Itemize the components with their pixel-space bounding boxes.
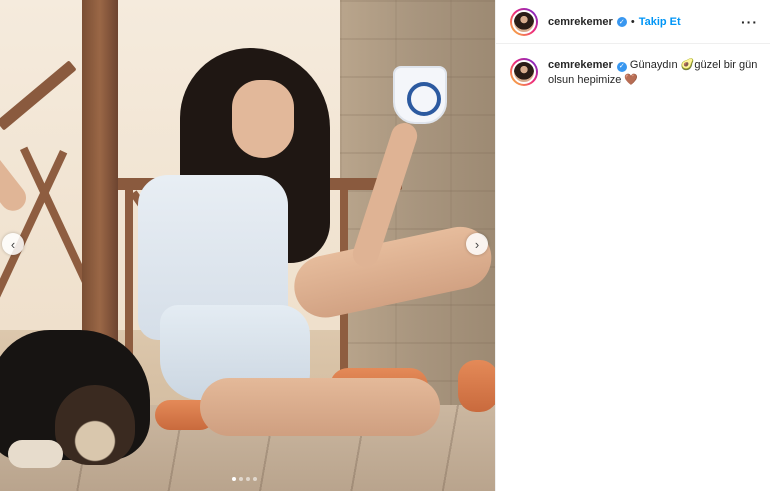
separator-dot: • [630,15,635,28]
caption-username-link[interactable]: cemrekemer [548,59,613,71]
carousel-dots [232,477,257,481]
woman-face [232,80,294,158]
folded-leg [200,378,440,436]
wooden-post [82,0,118,380]
dog-face [55,385,135,465]
orange-cushion [458,360,495,412]
post-sidebar: cemrekemer ✓ • Takip Et ··· cemrekemer ✓ … [495,0,770,491]
balcony-baluster [125,190,133,370]
caption-avatar[interactable] [510,58,538,86]
stone-wall [340,0,495,420]
instagram-post: ‹ › cemrekemer ✓ • Takip Et ··· cemrekem… [0,0,770,491]
caption: cemrekemer ✓ Günaydın 🥑güzel bir gün olsu… [496,44,770,88]
post-photo[interactable]: ‹ › [0,0,495,491]
carousel-next-button[interactable]: › [466,233,488,255]
tea-cup [393,66,447,124]
carousel-dot [253,477,257,481]
carousel-dot [239,477,243,481]
carousel-dot [232,477,236,481]
dog-paw [8,440,63,468]
follow-button[interactable]: Takip Et [639,16,681,28]
caption-text: cemrekemer ✓ Günaydın 🥑güzel bir gün olsu… [548,58,758,88]
chevron-right-icon: › [474,236,480,252]
verified-badge-icon: ✓ [616,61,627,72]
chevron-left-icon: ‹ [10,236,16,252]
avatar[interactable] [510,7,538,36]
carousel-dot [246,477,250,481]
more-horizontal-icon[interactable]: ··· [741,14,758,30]
carousel-prev-button[interactable]: ‹ [2,233,24,255]
post-header: cemrekemer ✓ • Takip Et ··· [496,0,770,44]
verified-badge-icon: ✓ [616,16,627,27]
username-link[interactable]: cemrekemer [548,16,613,28]
